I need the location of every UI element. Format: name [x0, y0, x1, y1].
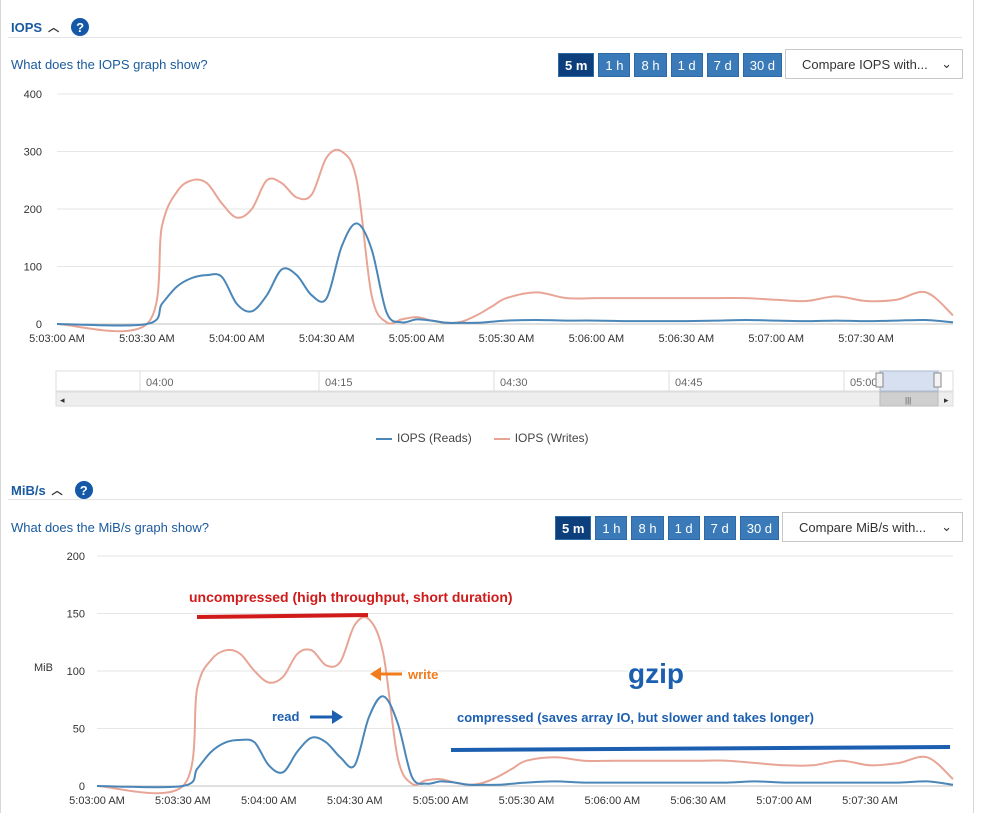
y-tick-label: 100 — [24, 262, 42, 274]
x-tick-label: 5:05:00 AM — [389, 333, 445, 345]
navigator-handle-right — [933, 372, 942, 388]
x-tick-label: 5:05:00 AM — [413, 795, 469, 807]
legend-item-writes[interactable]: IOPS (Writes) — [493, 431, 588, 445]
divider — [8, 499, 962, 500]
help-icon[interactable]: ? — [74, 481, 93, 499]
x-tick-label: 5:04:00 AM — [241, 795, 297, 807]
y-tick-label: 300 — [24, 147, 42, 159]
iops-section-header[interactable]: IOPS ︿ ? — [11, 18, 90, 36]
annotation-uncompressed: uncompressed (high throughput, short dur… — [189, 589, 513, 605]
series-line-iops-writes- — [56, 148, 954, 333]
x-tick-label: 5:07:30 AM — [842, 795, 898, 807]
y-tick-label: 200 — [24, 204, 42, 216]
x-tick-label: 5:03:00 AM — [29, 333, 85, 345]
grip-icon: ||| — [905, 396, 911, 405]
range-button-7d[interactable]: 7 d — [706, 53, 739, 77]
x-tick-label: 5:05:30 AM — [479, 333, 535, 345]
navigator-tick-label: 04:15 — [325, 377, 353, 389]
annotation-read: read — [272, 709, 300, 724]
mibs-range-buttons: 5 m1 h8 h1 d7 d 30 d — [555, 516, 780, 540]
range-button-1d[interactable]: 1 d — [667, 516, 700, 540]
x-tick-label: 5:07:00 AM — [756, 795, 812, 807]
y-tick-label: 400 — [24, 89, 42, 101]
x-tick-label: 5:06:30 AM — [670, 795, 726, 807]
x-tick-label: 5:04:30 AM — [327, 795, 383, 807]
collapse-chevron-icon[interactable]: ︿ — [52, 482, 63, 498]
range-button-30d[interactable]: 30 d — [739, 516, 780, 540]
x-tick-label: 5:06:30 AM — [658, 333, 714, 345]
x-tick-label: 5:05:30 AM — [499, 795, 555, 807]
iops-legend: IOPS (Reads) IOPS (Writes) — [376, 431, 588, 445]
annotation-write: write — [407, 667, 438, 682]
navigator-handle-left — [875, 372, 884, 388]
time-navigator[interactable]: 04:00 04:15 04:30 04:45 05:00 ◂ ▸ ||| — [0, 370, 998, 410]
series-line-iops-reads- — [56, 222, 954, 327]
legend-item-reads[interactable]: IOPS (Reads) — [376, 431, 472, 445]
mibs-compare-select[interactable]: Compare MiB/s with... ⌄ — [782, 512, 963, 542]
range-button-5m[interactable]: 5 m — [558, 53, 595, 77]
range-button-1h[interactable]: 1 h — [598, 53, 631, 77]
arrow-left-icon — [370, 667, 381, 681]
series-line-write — [96, 616, 954, 795]
iops-range-buttons: 5 m1 h8 h1 d7 d 30 d — [558, 53, 783, 77]
range-button-30d[interactable]: 30 d — [742, 53, 783, 77]
x-tick-label: 5:04:30 AM — [299, 333, 355, 345]
y-tick-label: 50 — [73, 724, 85, 736]
iops-compare-select[interactable]: Compare IOPS with... ⌄ — [785, 49, 963, 79]
range-button-8h[interactable]: 8 h — [634, 53, 667, 77]
annotation-compressed: compressed (saves array IO, but slower a… — [457, 710, 814, 725]
y-tick-label: 150 — [67, 609, 85, 621]
navigator-tick-label: 05:00 — [850, 377, 878, 389]
annotation-underline-blue — [450, 745, 951, 752]
x-tick-label: 5:03:30 AM — [119, 333, 175, 345]
mibs-help-link[interactable]: What does the MiB/s graph show? — [11, 520, 209, 535]
y-axis-label: MiB — [34, 662, 53, 674]
x-tick-label: 5:06:00 AM — [569, 333, 625, 345]
x-tick-label: 5:07:30 AM — [838, 333, 894, 345]
mibs-section-header[interactable]: MiB/s ︿ ? — [11, 481, 93, 499]
chevron-down-icon: ⌄ — [941, 56, 952, 71]
range-button-1h[interactable]: 1 h — [595, 516, 628, 540]
compare-label: Compare MiB/s with... — [799, 519, 927, 535]
navigator-tick-label: 04:00 — [146, 377, 174, 389]
annotation-underline-red — [196, 613, 369, 619]
x-tick-label: 5:03:00 AM — [69, 795, 125, 807]
mibs-title: MiB/s — [11, 482, 46, 498]
y-tick-label: 100 — [67, 666, 85, 678]
help-icon[interactable]: ? — [71, 18, 90, 36]
compare-label: Compare IOPS with... — [802, 56, 928, 72]
iops-title: IOPS — [11, 19, 43, 35]
range-button-8h[interactable]: 8 h — [631, 516, 664, 540]
navigator-tick-label: 04:30 — [500, 377, 528, 389]
arrow-right-icon — [332, 710, 343, 724]
x-tick-label: 5:06:00 AM — [584, 795, 640, 807]
x-tick-label: 5:03:30 AM — [155, 795, 211, 807]
range-button-5m[interactable]: 5 m — [555, 516, 592, 540]
navigator-scrollbar — [55, 391, 954, 407]
scroll-right-icon: ▸ — [944, 395, 949, 405]
iops-help-link[interactable]: What does the IOPS graph show? — [11, 57, 208, 72]
range-button-1d[interactable]: 1 d — [670, 53, 703, 77]
navigator-window — [879, 370, 939, 392]
scroll-left-icon: ◂ — [60, 395, 65, 405]
collapse-chevron-icon[interactable]: ︿ — [48, 19, 59, 35]
divider — [8, 37, 962, 38]
y-tick-label: 0 — [79, 781, 85, 793]
chevron-down-icon: ⌄ — [941, 519, 952, 534]
navigator-tick-label: 04:45 — [675, 377, 703, 389]
x-tick-label: 5:04:00 AM — [209, 333, 265, 345]
annotation-gzip: gzip — [628, 658, 684, 689]
mibs-chart: 0 50 100 150 200 5:03:00 AM 5:03:30 AM 5:04:00 … — [34, 551, 954, 807]
y-tick-label: 0 — [36, 319, 42, 331]
y-tick-label: 200 — [67, 551, 85, 563]
range-button-7d[interactable]: 7 d — [703, 516, 736, 540]
x-tick-label: 5:07:00 AM — [748, 333, 804, 345]
